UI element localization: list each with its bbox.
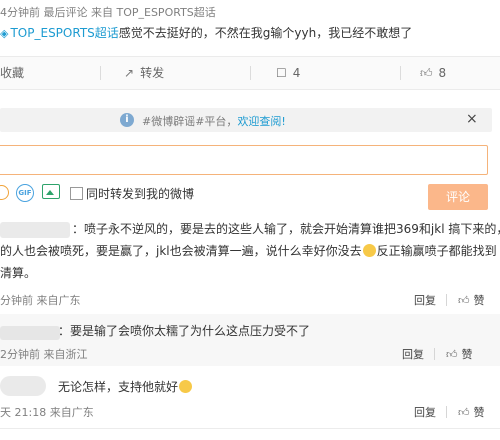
like-button[interactable]: 👍︎ 8 [420, 57, 446, 89]
latest-comment: ◈ TOP_ESPORTS超话感觉不去挺好的，不然在我g输个yyh，我已经不敢想了 [0, 24, 412, 41]
submit-comment-button[interactable]: 评论 [428, 184, 488, 210]
like-button[interactable]: 👍︎ 赞 [446, 346, 473, 362]
comment-count: 4 [292, 66, 301, 80]
forward-icon: ↗ [124, 66, 135, 80]
divider [434, 348, 435, 360]
collect-button[interactable]: 收藏 [0, 57, 24, 89]
thumbs-up-icon: 👍︎ [458, 294, 470, 307]
sync-checkbox[interactable] [70, 187, 83, 200]
thumbs-up-icon: 👍︎ [420, 66, 433, 80]
like-button[interactable]: 👍︎ 赞 [458, 404, 485, 420]
divider [100, 66, 101, 80]
like-button[interactable]: 👍︎ 赞 [458, 292, 485, 308]
comment-3-meta: 天 21:18 来自广东 [0, 406, 94, 419]
comment-1-line-1: ：喷子永不逆风的，要是去的这些人输了，就会开始清算谁把369和jkl 搞下来的， [72, 222, 500, 236]
super-topic-icon: ◈ [0, 27, 9, 40]
emoji-icon[interactable] [0, 185, 9, 200]
comment-input[interactable] [0, 145, 488, 175]
divider [0, 428, 500, 429]
comment-1-line-2: 的人也会被喷死，要是赢了，jkl也会被清算一遍，说什么幸好你没去 反正输赢喷子都能… [0, 244, 497, 258]
comment-icon: ☐ [276, 66, 287, 80]
like-count: 8 [438, 66, 447, 80]
divider [446, 294, 447, 306]
thumbs-up-icon: 👍︎ [446, 348, 458, 361]
thumbs-up-icon: 👍︎ [458, 406, 470, 419]
super-topic-link[interactable]: TOP_ESPORTS超话 [10, 26, 118, 40]
comment-1-line-3: 清算。 [0, 266, 37, 280]
info-icon: i [120, 113, 134, 127]
gif-icon[interactable]: GIF [16, 184, 34, 202]
collect-label: 收藏 [0, 66, 25, 80]
emoji-icon [179, 380, 193, 393]
forward-button[interactable]: ↗ 转发 [124, 57, 164, 89]
latest-comment-text: 感觉不去挺好的，不然在我g输个yyh，我已经不敢想了 [118, 26, 413, 40]
reply-button[interactable]: 回复 [402, 346, 424, 362]
comment-2-meta: 2分钟前 来自浙江 [0, 348, 88, 361]
post-meta: 4分钟前 最后评论 来自 TOP_ESPORTS超话 [0, 6, 216, 19]
comment-2-text: ：要是输了会喷你太糯了为什么这点压力受不了 [58, 324, 311, 338]
comment-3-text: 无论怎样，支持他就好 [58, 376, 193, 398]
close-icon[interactable]: × [466, 111, 478, 127]
avatar[interactable] [0, 326, 60, 340]
notice-text: #微博辟谣#平台，欢迎查阅! [142, 115, 286, 128]
rumor-notice: i #微博辟谣#平台，欢迎查阅! × [0, 108, 492, 132]
comment-button[interactable]: ☐ 4 [276, 57, 300, 89]
action-bar: 收藏 ↗ 转发 ☐ 4 👍︎ 8 [0, 56, 500, 90]
reply-button[interactable]: 回复 [414, 292, 436, 308]
divider [250, 66, 251, 80]
notice-link[interactable]: 欢迎查阅! [237, 115, 285, 128]
reply-button[interactable]: 回复 [414, 404, 436, 420]
emoji-icon [362, 244, 376, 257]
forward-label: 转发 [140, 66, 165, 80]
sync-checkbox-label: 同时转发到我的微博 [86, 187, 195, 201]
divider [400, 66, 401, 80]
image-icon[interactable] [42, 184, 60, 199]
comment-1-meta: 分钟前 来自广东 [0, 294, 81, 307]
avatar[interactable] [0, 222, 70, 238]
avatar[interactable] [0, 376, 46, 396]
divider [446, 406, 447, 418]
